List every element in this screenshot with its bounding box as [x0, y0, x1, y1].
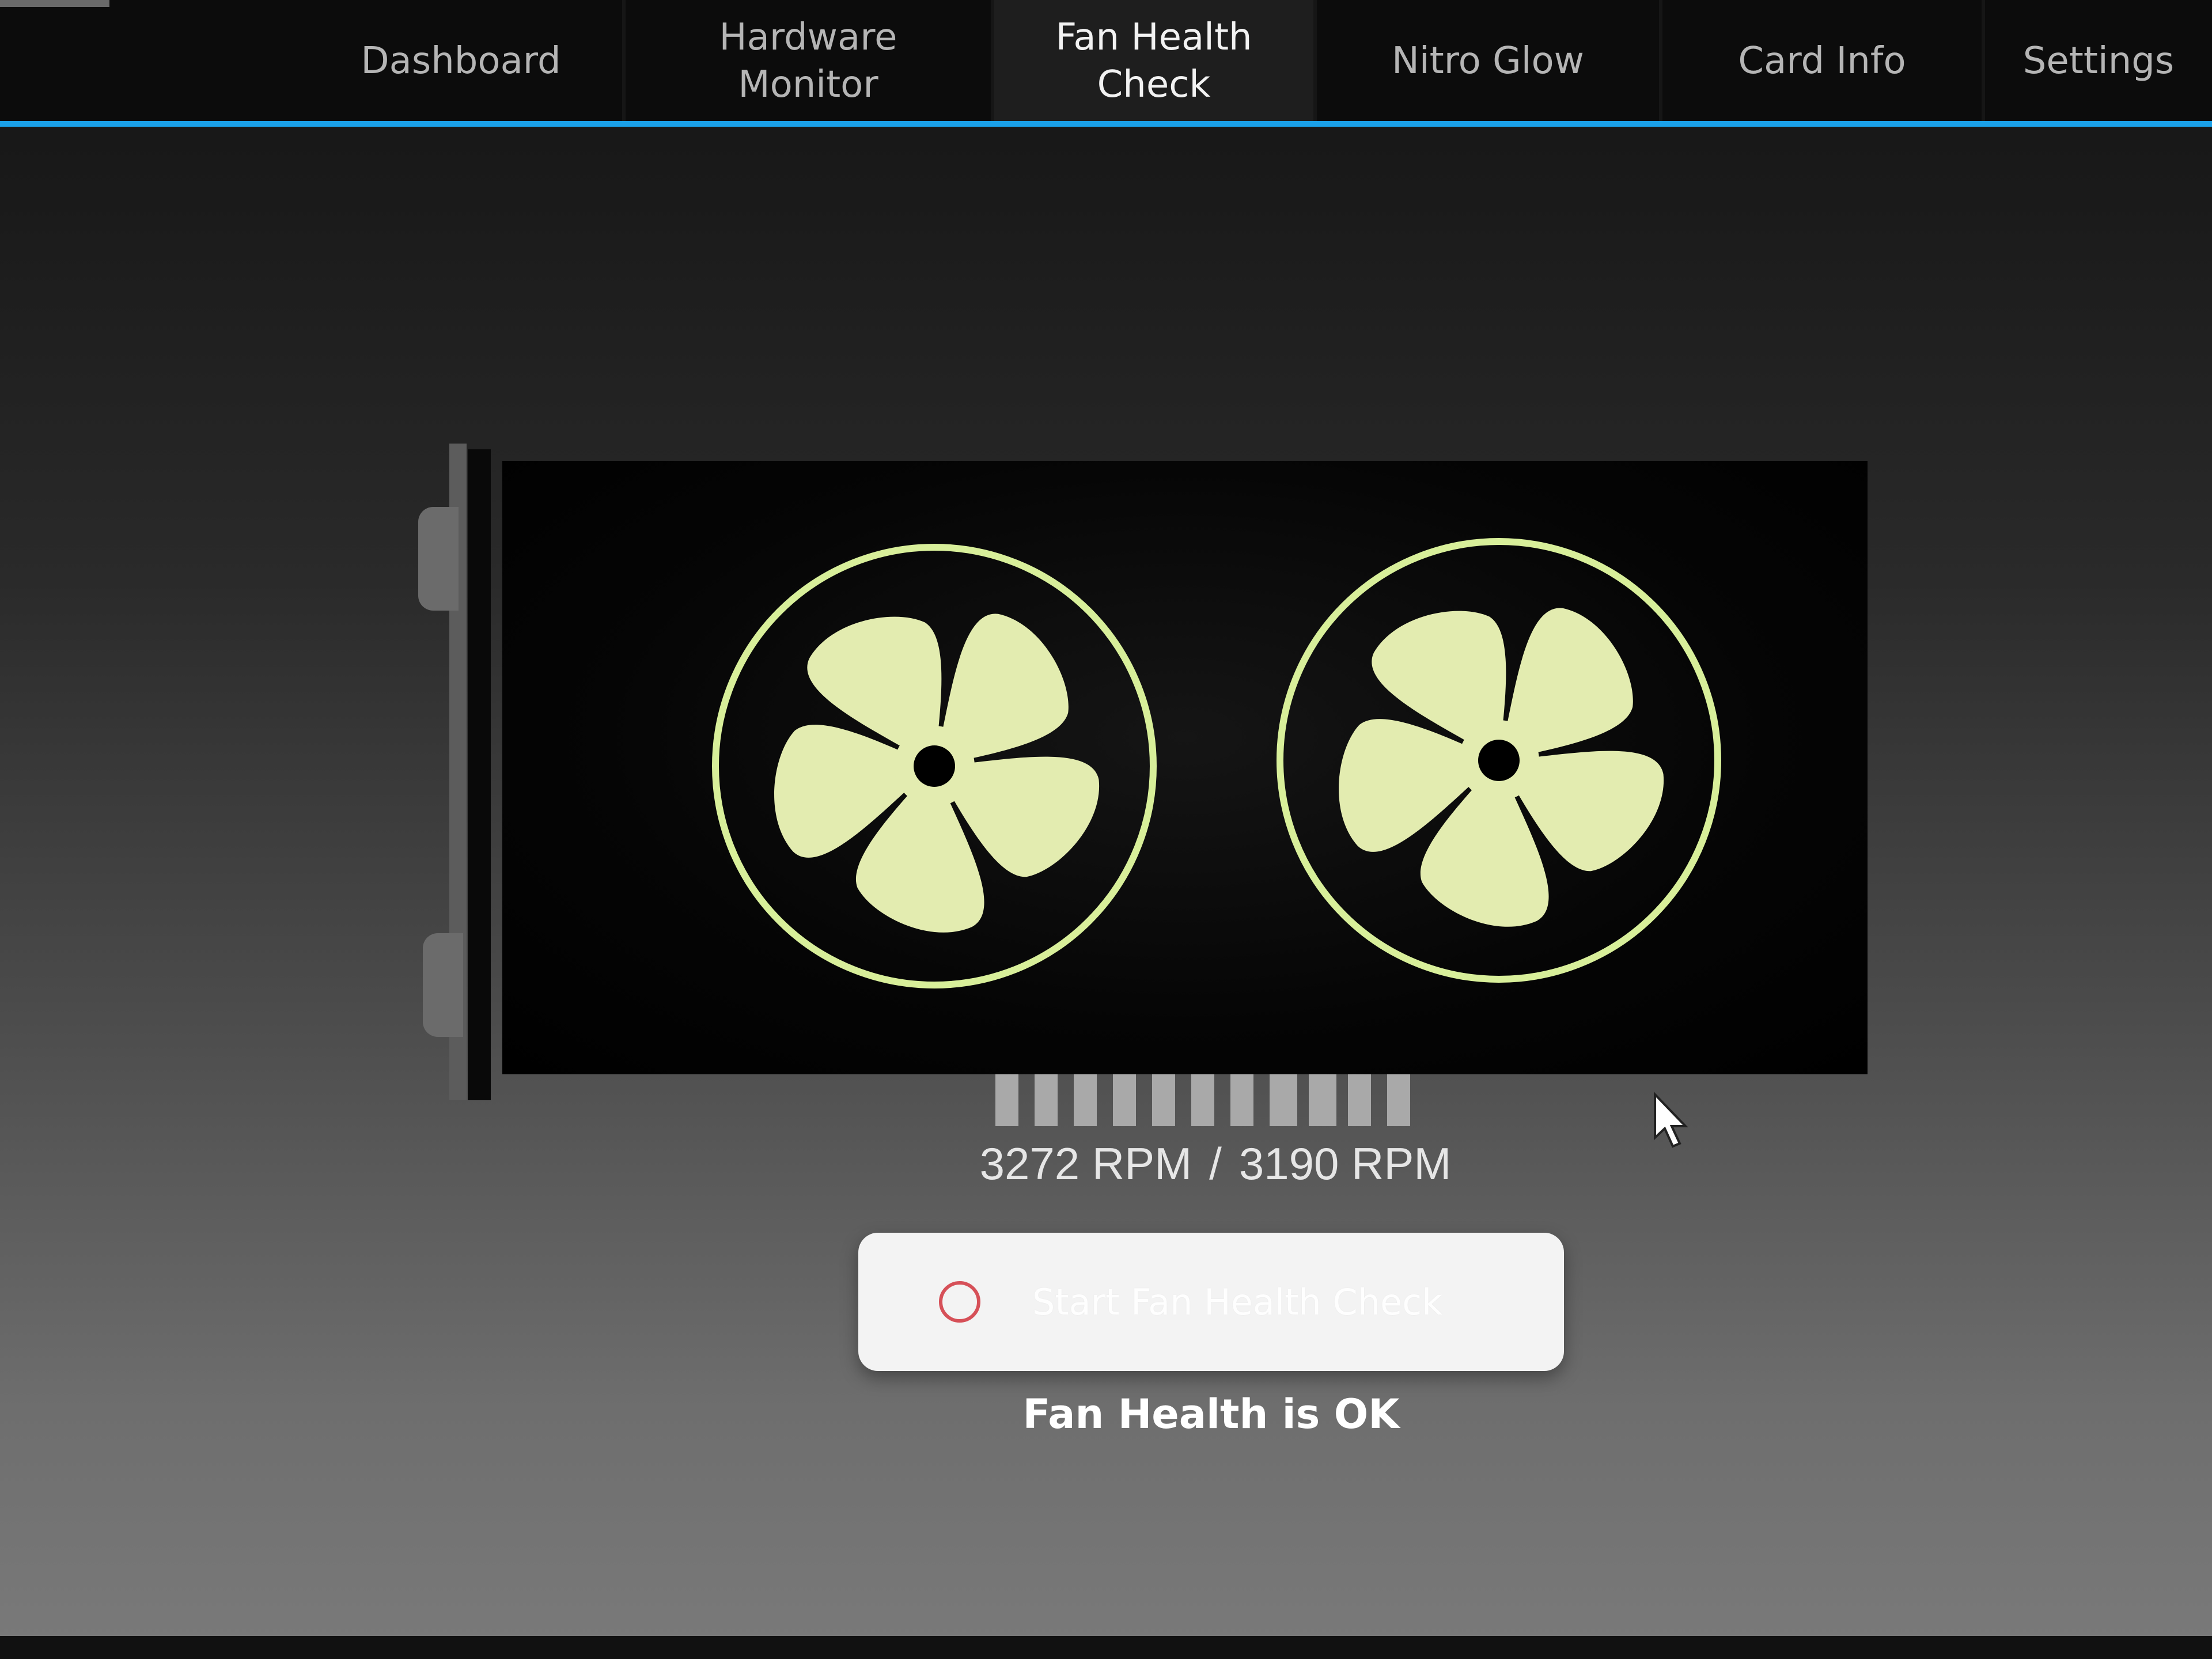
- screen-bezel: [0, 1636, 2212, 1659]
- fan-level-bar: [1309, 1074, 1336, 1126]
- fan-level-bar: [1270, 1074, 1297, 1126]
- tab-settings[interactable]: Settings: [1982, 0, 2212, 121]
- fan-health-status: Fan Health is OK: [1022, 1391, 1400, 1438]
- card-bracket-edge: [468, 449, 491, 1100]
- fan-1-icon: [712, 544, 1157, 988]
- rpm-readout: 3272 RPM / 3190 RPM: [922, 1129, 1509, 1198]
- bracket-tab-bottom: [423, 933, 463, 1037]
- tab-hardware-monitor[interactable]: Hardware Monitor: [622, 0, 991, 121]
- tab-fan-health-check[interactable]: Fan Health Check: [991, 0, 1313, 121]
- fan-2-icon: [1277, 538, 1721, 983]
- fan-level-bar: [1230, 1074, 1253, 1126]
- fan-level-bar: [1074, 1074, 1097, 1126]
- bracket-tab-top: [418, 507, 459, 611]
- tab-card-info[interactable]: Card Info: [1659, 0, 1982, 121]
- fan-level-bar: [1191, 1074, 1214, 1126]
- rpm-separator: /: [1209, 1138, 1222, 1189]
- brand-logo: [0, 0, 109, 7]
- tab-dashboard[interactable]: Dashboard: [300, 0, 622, 121]
- top-nav: Dashboard Hardware Monitor Fan Health Ch…: [0, 0, 2212, 127]
- fan-level-bar: [1035, 1074, 1058, 1126]
- fan-level-bar: [1152, 1074, 1175, 1126]
- circle-icon: [939, 1281, 980, 1323]
- fan-1-rpm: 3272 RPM: [979, 1138, 1192, 1189]
- fan-level-bar: [1348, 1074, 1371, 1126]
- fan-level-bars: [995, 1074, 1433, 1132]
- start-button-label: Start Fan Health Check: [1032, 1281, 1443, 1323]
- fan-level-bar: [995, 1074, 1018, 1126]
- graphics-card-image: [502, 461, 1868, 1074]
- fan-level-bar: [1113, 1074, 1136, 1126]
- start-fan-health-check-button[interactable]: Start Fan Health Check: [858, 1233, 1564, 1371]
- mouse-cursor-icon: [1654, 1092, 1688, 1148]
- tab-nitro-glow[interactable]: Nitro Glow: [1313, 0, 1659, 121]
- fan-level-bar: [1387, 1074, 1410, 1126]
- fan-2-rpm: 3190 RPM: [1238, 1138, 1452, 1189]
